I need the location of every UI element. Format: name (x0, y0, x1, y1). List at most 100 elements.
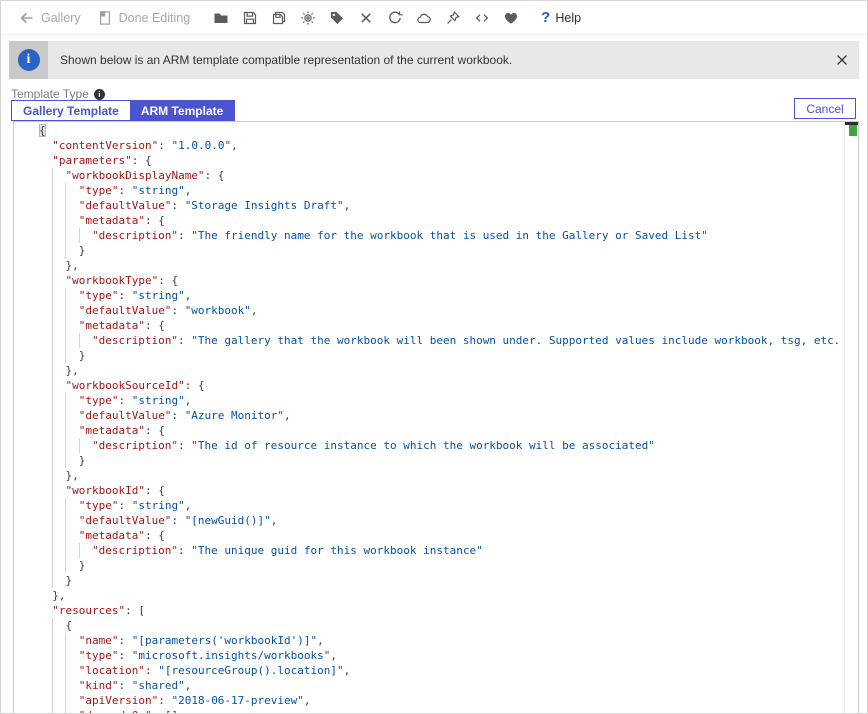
help-button[interactable]: ? Help (535, 9, 587, 26)
indent-guide (52, 273, 65, 288)
indent-guide (79, 438, 92, 453)
code-line: "contentVersion": "1.0.0.0", (39, 138, 844, 153)
code-line: "description": "The friendly name for th… (39, 228, 844, 243)
settings-button[interactable] (293, 6, 322, 30)
close-icon (835, 53, 849, 67)
indent-guide (52, 258, 65, 273)
tab-arm-template[interactable]: ARM Template (130, 101, 234, 120)
indent-guide (65, 393, 78, 408)
indent-guide (52, 543, 65, 558)
tag-button[interactable] (322, 6, 351, 30)
indent-guide (52, 378, 65, 393)
indent-guide (65, 633, 78, 648)
indent-guide (52, 483, 65, 498)
refresh-button[interactable] (380, 6, 409, 30)
code-line: }, (39, 363, 844, 378)
indent-guide (52, 288, 65, 303)
indent-guide (65, 543, 78, 558)
banner-close-button[interactable] (825, 41, 859, 79)
info-icon-container: i (9, 41, 48, 79)
back-to-gallery-button[interactable]: Gallery (19, 10, 81, 26)
code-line: "defaultValue": "Azure Monitor", (39, 408, 844, 423)
indent-guide (65, 528, 78, 543)
indent-guide (65, 513, 78, 528)
workbook-arm-template-page: Gallery Done Editing (0, 0, 868, 714)
folder-button[interactable] (206, 6, 235, 30)
indent-guide (52, 423, 65, 438)
template-type-row: Template Type i (11, 87, 105, 101)
cancel-button[interactable]: Cancel (794, 98, 856, 119)
indent-guide (52, 168, 65, 183)
indent-guide (52, 438, 65, 453)
close-icon (358, 10, 374, 26)
save-copy-button[interactable] (264, 6, 293, 30)
indent-guide (65, 213, 78, 228)
indent-guide (52, 498, 65, 513)
code-lines: { "contentVersion": "1.0.0.0", "paramete… (39, 123, 844, 714)
template-type-tabs: Gallery Template ARM Template (11, 100, 235, 121)
indent-guide (65, 333, 78, 348)
code-line: } (39, 243, 844, 258)
indent-guide (52, 558, 65, 573)
code-line: "kind": "shared", (39, 678, 844, 693)
code-line: "metadata": { (39, 528, 844, 543)
code-line: "type": "string", (39, 288, 844, 303)
indent-guide (52, 693, 65, 708)
indent-guide (52, 198, 65, 213)
cloud-button[interactable] (409, 6, 438, 30)
indent-guide (65, 498, 78, 513)
indent-guide (65, 648, 78, 663)
code-line: "metadata": { (39, 423, 844, 438)
indent-guide (65, 183, 78, 198)
code-line: { (39, 618, 844, 633)
indent-guide (65, 303, 78, 318)
save-button[interactable] (235, 6, 264, 30)
indent-guide (52, 678, 65, 693)
indent-guide (79, 333, 92, 348)
favorite-button[interactable] (496, 6, 525, 30)
indent-guide (65, 408, 78, 423)
indent-guide (52, 633, 65, 648)
indent-guide (79, 543, 92, 558)
code-line: } (39, 558, 844, 573)
code-line: "metadata": { (39, 318, 844, 333)
overview-ruler-marker (849, 125, 857, 136)
code-line: "dependsOn": [], (39, 708, 844, 714)
template-type-label: Template Type (11, 87, 89, 101)
code-line: "defaultValue": "Storage Insights Draft"… (39, 198, 844, 213)
pin-button[interactable] (438, 6, 467, 30)
code-line: "defaultValue": "workbook", (39, 303, 844, 318)
save-copy-icon (271, 10, 287, 26)
code-line: "type": "microsoft.insights/workbooks", (39, 648, 844, 663)
close-workbook-button[interactable] (351, 6, 380, 30)
tag-icon (329, 10, 345, 26)
indent-guide (52, 348, 65, 363)
indent-guide (52, 333, 65, 348)
code-line: "defaultValue": "[newGuid()]", (39, 513, 844, 528)
code-line: "workbookDisplayName": { (39, 168, 844, 183)
save-icon (242, 10, 258, 26)
code-line: "metadata": { (39, 213, 844, 228)
code-editor[interactable]: { "contentVersion": "1.0.0.0", "paramete… (13, 121, 859, 714)
code-line: "description": "The id of resource insta… (39, 438, 844, 453)
indent-guide (52, 243, 65, 258)
indent-guide (52, 648, 65, 663)
indent-guide (52, 213, 65, 228)
code-view-button[interactable] (467, 6, 496, 30)
indent-guide (65, 708, 78, 714)
info-icon-small[interactable]: i (94, 89, 105, 100)
code-line: "apiVersion": "2018-06-17-preview", (39, 693, 844, 708)
indent-guide (52, 408, 65, 423)
code-line: "type": "string", (39, 183, 844, 198)
folder-icon (213, 10, 229, 26)
indent-guide (52, 228, 65, 243)
editor-scrollbar[interactable] (844, 122, 858, 714)
indent-guide (52, 393, 65, 408)
code-line: } (39, 453, 844, 468)
done-editing-button[interactable]: Done Editing (97, 10, 191, 26)
indent-guide (65, 288, 78, 303)
code-line: "workbookType": { (39, 273, 844, 288)
tab-gallery-template[interactable]: Gallery Template (12, 101, 130, 120)
indent-guide (65, 348, 78, 363)
indent-guide (65, 693, 78, 708)
